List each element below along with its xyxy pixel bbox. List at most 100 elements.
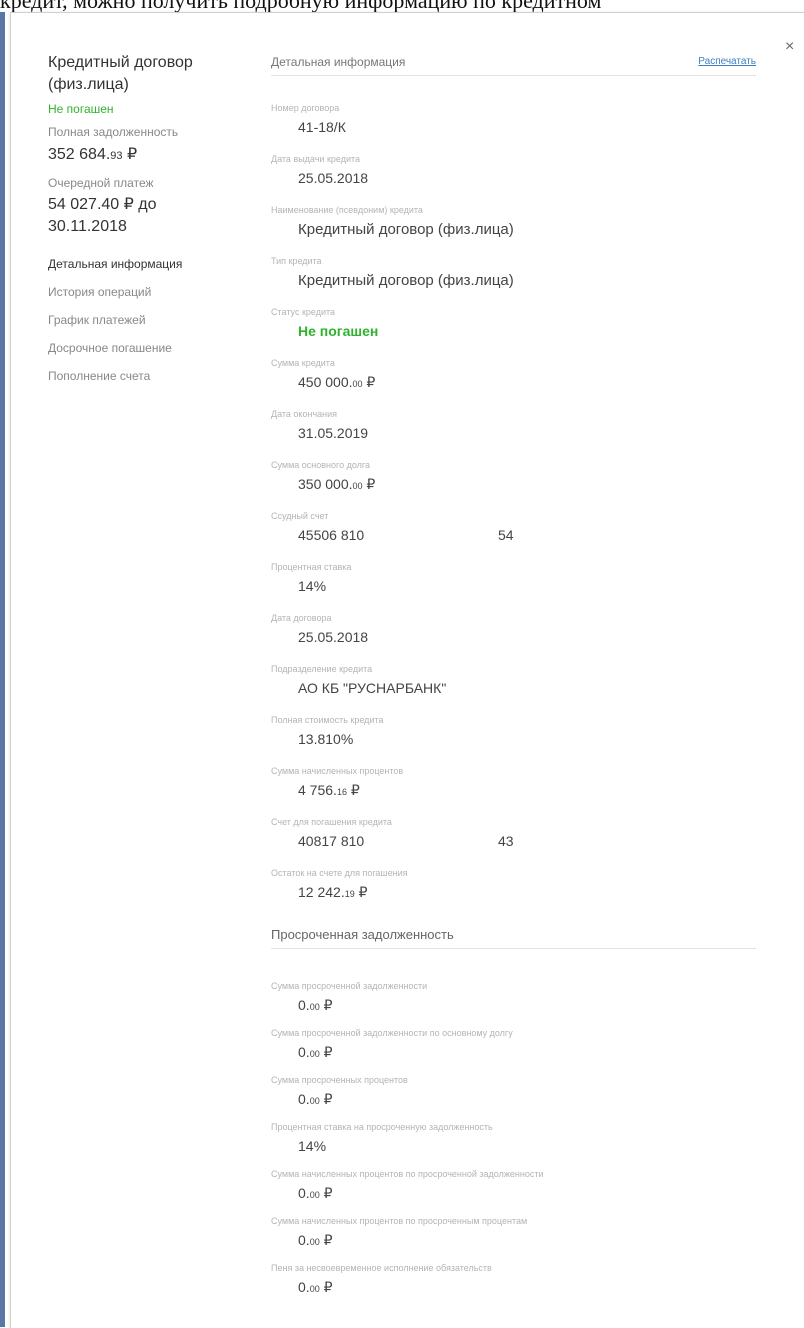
field-value: 0.00 ₽ — [271, 997, 756, 1016]
amount-main: 0. — [298, 1279, 310, 1295]
nav-account-topup[interactable]: Пополнение счета — [48, 369, 248, 383]
field-label: Номер договора — [271, 103, 340, 113]
amount-main: 450 000. — [298, 374, 353, 390]
field-value: АО КБ "РУСНАРБАНК" — [298, 680, 447, 696]
field-value: 450 000.00 ₽ — [271, 374, 756, 393]
field-overdue-rate: Процентная ставка на просроченную задолж… — [271, 1122, 756, 1169]
field-interest-rate: Процентная ставка 14% — [271, 562, 756, 613]
field-overdue-interest-on-interest: Сумма начисленных процентов по просрочен… — [271, 1216, 756, 1263]
field-contract-number: Номер договора 41-18/К — [271, 103, 756, 154]
amount-cents: 00 — [309, 1237, 320, 1247]
amount-currency: ₽ — [362, 374, 376, 390]
field-label: Тип кредита — [271, 256, 322, 266]
field-label: Сумма просроченной задолженности по осно… — [271, 1028, 513, 1038]
details-list: Номер договора 41-18/К Дата выдачи креди… — [271, 103, 756, 919]
amount-currency: ₽ — [319, 997, 333, 1013]
sidebar-nav: Детальная информация История операций Гр… — [48, 257, 248, 383]
amount-cents: 19 — [344, 889, 355, 899]
main-content: Детальная информация Распечатать Номер д… — [271, 55, 756, 1310]
amount-main: 0. — [298, 1091, 310, 1107]
field-value: 0.00 ₽ — [271, 1232, 756, 1251]
section-title: Детальная информация — [271, 55, 406, 69]
field-full-cost: Полная стоимость кредита 13.810% — [271, 715, 756, 766]
amount-cents: 00 — [352, 379, 363, 389]
amount-cents: 00 — [309, 1002, 320, 1012]
close-icon[interactable]: × — [785, 39, 794, 55]
field-label: Процентная ставка на просроченную задолж… — [271, 1122, 493, 1132]
next-payment-amount: 54 027.40 ₽ до 30.11.2018 — [48, 196, 157, 235]
field-label: Счет для погашения кредита — [271, 817, 392, 827]
background-window-edge — [0, 12, 5, 1327]
field-label: Дата выдачи кредита — [271, 154, 361, 164]
field-issue-date: Дата выдачи кредита 25.05.2018 — [271, 154, 756, 205]
field-value: 14% — [298, 578, 327, 594]
total-debt-amount: 352 684.93 ₽ — [48, 144, 248, 167]
background-page-text: кредит, можно получить подробную информа… — [0, 0, 804, 12]
field-loan-account: Ссудный счет 45506 810 54 — [271, 511, 756, 562]
total-debt-label: Полная задолженность — [48, 125, 179, 139]
overdue-title: Просроченная задолженность — [271, 927, 454, 942]
field-credit-alias: Наименование (псевдоним) кредита Кредитн… — [271, 205, 756, 256]
account-part1: 40817 810 — [298, 833, 365, 849]
field-label: Пеня за несвоевременное исполнение обяза… — [271, 1263, 492, 1273]
field-value: 350 000.00 ₽ — [271, 476, 756, 495]
field-value: 25.05.2018 — [298, 170, 369, 186]
field-label: Сумма просроченных процентов — [271, 1075, 408, 1085]
nav-operations-history[interactable]: История операций — [48, 285, 248, 299]
amount-currency: ₽ — [319, 1232, 333, 1248]
amount-currency: ₽ — [362, 476, 376, 492]
amount-cents: 16 — [336, 787, 347, 797]
account-part1: 45506 810 — [298, 527, 365, 543]
field-value: 12 242.19 ₽ — [271, 884, 756, 903]
amount-cents: 00 — [309, 1284, 320, 1294]
field-value: 45506 810 54 — [271, 527, 756, 544]
field-label: Сумма начисленных процентов по просрочен… — [271, 1216, 528, 1226]
field-end-date: Дата окончания 31.05.2019 — [271, 409, 756, 460]
field-label: Ссудный счет — [271, 511, 329, 521]
field-overdue-interest: Сумма просроченных процентов 0.00 ₽ — [271, 1075, 756, 1122]
overdue-header: Просроченная задолженность — [271, 927, 756, 949]
amount-cents: 00 — [309, 1190, 320, 1200]
field-value: 4 756.16 ₽ — [271, 782, 756, 801]
overdue-list: Сумма просроченной задолженности 0.00 ₽ … — [271, 981, 756, 1310]
field-principal-debt: Сумма основного долга 350 000.00 ₽ — [271, 460, 756, 511]
field-value: 41-18/К — [298, 119, 346, 135]
field-value: 0.00 ₽ — [271, 1185, 756, 1204]
amount-main: 12 242. — [298, 884, 345, 900]
nav-detailed-info[interactable]: Детальная информация — [48, 257, 248, 271]
account-part2: 54 — [498, 527, 514, 543]
nav-early-repayment[interactable]: Досрочное погашение — [48, 341, 248, 355]
field-repayment-balance: Остаток на счете для погашения 12 242.19… — [271, 868, 756, 919]
credit-status: Не погашен — [48, 102, 114, 116]
field-overdue-accrued-interest: Сумма начисленных процентов по просрочен… — [271, 1169, 756, 1216]
field-label: Наименование (псевдоним) кредита — [271, 205, 423, 215]
field-label: Дата окончания — [271, 409, 338, 419]
field-label: Полная стоимость кредита — [271, 715, 384, 725]
amount-main: 4 756. — [298, 782, 337, 798]
amount-main: 0. — [298, 997, 310, 1013]
field-label: Сумма начисленных процентов по просрочен… — [271, 1169, 544, 1179]
print-link[interactable]: Распечатать — [698, 56, 756, 67]
field-overdue-debt: Сумма просроченной задолженности 0.00 ₽ — [271, 981, 756, 1028]
status-badge: Не погашен — [298, 323, 379, 339]
field-value: Кредитный договор (физ.лица) — [298, 221, 514, 238]
field-label: Статус кредита — [271, 307, 336, 317]
credit-title: Кредитный договор (физ.лица) — [48, 54, 193, 93]
field-value: 13.810% — [298, 731, 354, 747]
amount-currency: ₽ — [319, 1279, 333, 1295]
detailed-info-header: Детальная информация Распечатать — [271, 55, 756, 76]
amount-cents: 00 — [309, 1049, 320, 1059]
field-value: 25.05.2018 — [298, 629, 369, 645]
field-credit-amount: Сумма кредита 450 000.00 ₽ — [271, 358, 756, 409]
field-contract-date: Дата договора 25.05.2018 — [271, 613, 756, 664]
amount-currency: ₽ — [346, 782, 360, 798]
field-value: 0.00 ₽ — [271, 1279, 756, 1298]
overdue-section: Просроченная задолженность Сумма просроч… — [271, 927, 756, 1310]
field-value: 0.00 ₽ — [271, 1091, 756, 1110]
amount-currency: ₽ — [319, 1185, 333, 1201]
amount-currency: ₽ — [319, 1044, 333, 1060]
account-part2: 43 — [498, 833, 514, 849]
next-payment-label: Очередной платеж — [48, 176, 154, 190]
nav-payment-schedule[interactable]: График платежей — [48, 313, 248, 327]
field-value: Кредитный договор (физ.лица) — [298, 272, 514, 289]
